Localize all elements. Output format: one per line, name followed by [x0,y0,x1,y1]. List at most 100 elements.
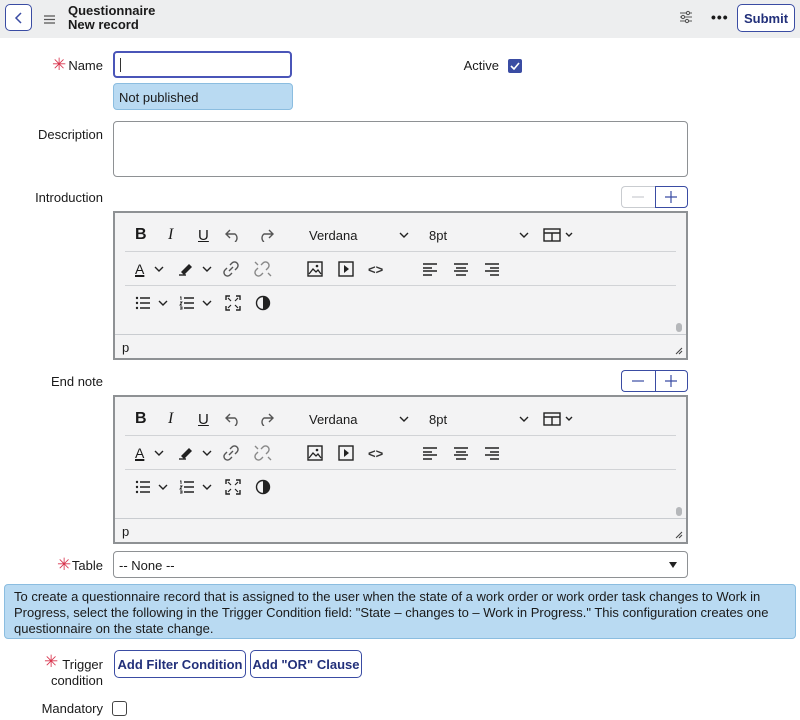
undo-button[interactable] [225,225,241,245]
bold-button[interactable]: B [135,225,147,245]
shrink-editor-button[interactable] [621,370,655,392]
insert-video-button[interactable] [338,259,354,279]
contrast-button[interactable] [255,477,271,497]
font-size-select[interactable]: 8pt [429,409,529,429]
redo-button[interactable] [258,225,274,245]
numbered-list-button[interactable] [179,477,212,497]
fullscreen-button[interactable] [225,477,241,497]
active-checkbox[interactable] [508,59,522,73]
introduction-label: Introduction [35,190,103,205]
underline-button[interactable]: U [198,225,209,245]
insert-video-button[interactable] [338,443,354,463]
font-size-value: 8pt [429,411,448,427]
image-icon [307,445,323,461]
font-family-select[interactable]: Verdana [309,225,409,245]
editor-scrollbar[interactable] [676,323,682,332]
text-color-button[interactable]: A [135,259,164,279]
insert-link-button[interactable] [223,259,239,279]
italic-button[interactable]: I [168,225,173,245]
insert-link-button[interactable] [223,443,239,463]
highlight-color-button[interactable] [178,443,212,463]
introduction-editor-content[interactable] [115,322,686,334]
align-right-button[interactable] [484,443,500,463]
font-size-select[interactable]: 8pt [429,225,529,245]
required-icon: ✳ [57,555,72,574]
chevron-down-icon [154,266,164,272]
align-left-button[interactable] [422,443,438,463]
add-or-clause-button[interactable]: Add "OR" Clause [250,650,362,678]
plus-icon [665,375,678,387]
personalize-form-icon[interactable] [679,10,693,27]
bullet-list-button[interactable] [135,293,168,313]
redo-icon [261,229,274,242]
font-family-value: Verdana [309,411,358,427]
contrast-button[interactable] [255,293,271,313]
source-code-button[interactable]: <> [368,443,383,463]
trigger-label-group: ✳ Trigger condition [30,653,103,689]
introduction-editor: B I U Verdana 8pt A <> p [113,211,688,360]
undo-icon [225,413,238,426]
chevron-down-icon [154,450,164,456]
font-family-select[interactable]: Verdana [309,409,409,429]
table-button[interactable] [543,409,575,429]
end-note-editor-content[interactable] [115,506,686,518]
back-button[interactable] [5,4,32,31]
numbered-list-button[interactable] [179,293,212,313]
bullet-list-button[interactable] [135,477,168,497]
expand-editor-button[interactable] [654,186,688,208]
table-select-value: -- None -- [119,558,175,573]
numbered-list-icon [179,296,194,310]
insert-image-button[interactable] [307,443,323,463]
editor-toolbar-row-2: A <> [125,436,676,470]
text-color-button[interactable]: A [135,443,164,463]
highlight-color-button[interactable] [178,259,212,279]
page-title: Questionnaire New record [68,4,155,32]
fullscreen-icon [225,479,241,495]
shrink-editor-button[interactable] [621,186,655,208]
chevron-left-icon [14,11,22,24]
more-options-icon[interactable]: ••• [711,10,729,24]
add-filter-condition-button[interactable]: Add Filter Condition [114,650,246,678]
editor-scrollbar[interactable] [676,507,682,516]
table-icon [543,412,573,426]
description-label: Description [37,127,103,142]
editor-statusbar: p [115,518,686,542]
expand-editor-button[interactable] [654,370,688,392]
unlink-button[interactable] [254,443,272,463]
font-size-value: 8pt [429,227,448,243]
video-icon [338,445,354,461]
editor-toolbar-row-3 [125,470,676,504]
redo-button[interactable] [258,409,274,429]
resize-handle-icon[interactable] [675,347,683,355]
name-input[interactable] [113,51,292,78]
align-center-button[interactable] [453,259,469,279]
undo-button[interactable] [225,409,241,429]
hamburger-menu-icon[interactable] [44,12,55,27]
mandatory-checkbox[interactable] [112,701,127,716]
required-icon: ✳ [52,55,67,74]
align-left-icon [423,447,437,460]
element-path: p [122,524,130,539]
table-select[interactable]: -- None -- [113,551,688,578]
align-left-button[interactable] [422,259,438,279]
unlink-button[interactable] [254,259,272,279]
resize-handle-icon[interactable] [675,531,683,539]
align-right-button[interactable] [484,259,500,279]
fullscreen-button[interactable] [225,293,241,313]
end-note-label: End note [50,374,103,389]
description-textarea[interactable] [113,121,688,177]
editor-statusbar: p [115,334,686,358]
editor-toolbar-row-1: B I U Verdana 8pt [125,218,676,252]
editor-toolbar-row-1: B I U Verdana 8pt [125,402,676,436]
underline-button[interactable]: U [198,409,209,429]
bold-button[interactable]: B [135,409,147,429]
source-code-button[interactable]: <> [368,259,383,279]
caret-down-icon [669,562,677,568]
insert-image-button[interactable] [307,259,323,279]
align-center-button[interactable] [453,443,469,463]
table-button[interactable] [543,225,575,245]
chevron-down-icon [519,232,529,238]
image-icon [307,261,323,277]
italic-button[interactable]: I [168,409,173,429]
submit-button[interactable]: Submit [737,4,795,32]
